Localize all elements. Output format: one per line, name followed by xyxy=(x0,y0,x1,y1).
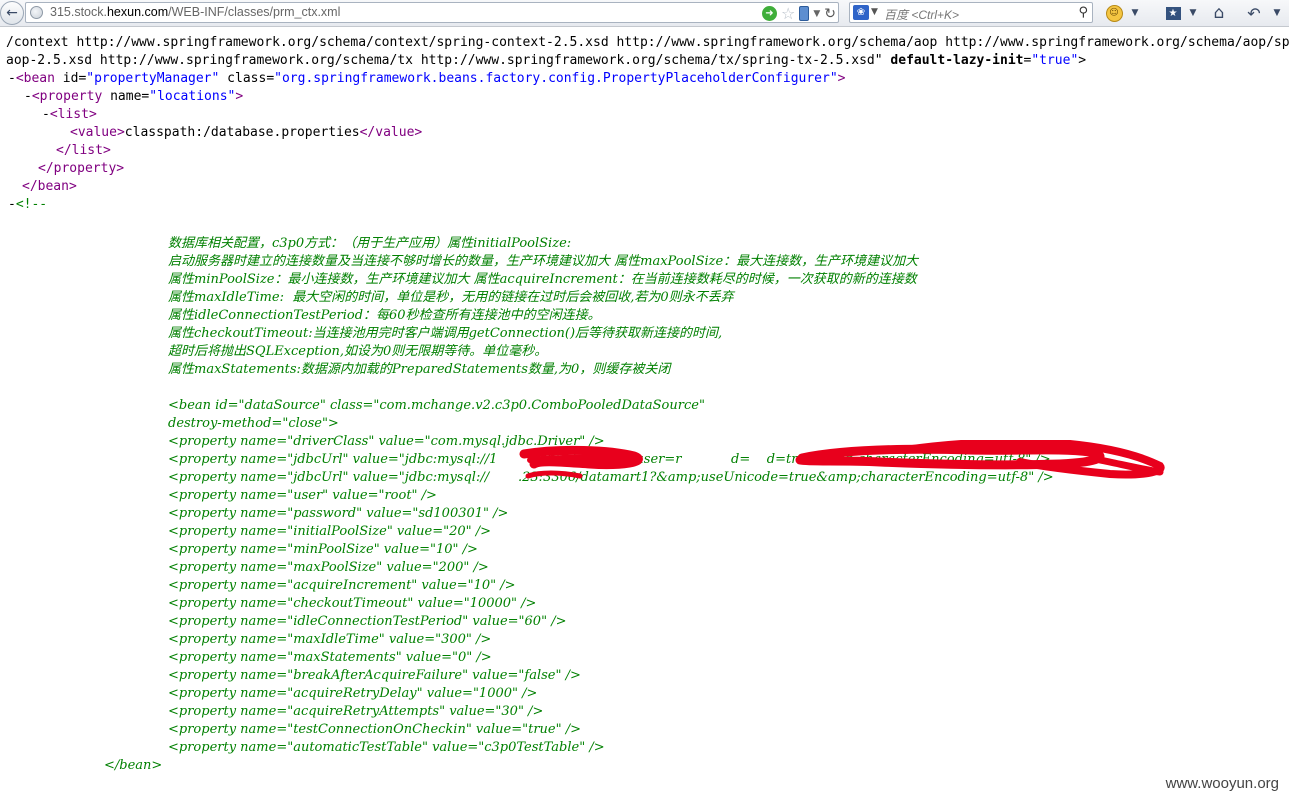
xml-property-close: </property> xyxy=(38,161,125,176)
back-button[interactable]: ← xyxy=(0,1,24,25)
browser-toolbar: ← 315.stock.hexun.com/WEB-INF/classes/pr… xyxy=(0,0,1289,27)
undo-arrow-icon: ↶ xyxy=(1247,3,1261,23)
comment-code-line: <property name="initialPoolSize" value="… xyxy=(168,524,492,539)
globe-icon xyxy=(30,6,43,19)
comment-bean-close: </bean> xyxy=(104,758,163,773)
comment-code-line: <bean id="dataSource" class="com.mchange… xyxy=(168,398,705,413)
search-box[interactable]: ❀ ▼ 百度 <Ctrl+K> ⚲ xyxy=(849,2,1093,23)
baidu-paw-icon[interactable]: ❀ xyxy=(853,5,869,20)
address-bar[interactable]: 315.stock.hexun.com/WEB-INF/classes/prm_… xyxy=(25,2,839,23)
bookmarks-button[interactable]: ★ xyxy=(1162,3,1184,23)
comment-code-line: <property name="maxPoolSize" value="200"… xyxy=(168,560,489,575)
comment-line: 超时后将抛出SQLException,如设为0则无限期等待。单位毫秒。 xyxy=(168,344,548,359)
comment-code-line: <property name="maxIdleTime" value="300"… xyxy=(168,632,492,647)
xml-header-line-2: aop-2.5.xsd http://www.springframework.o… xyxy=(6,53,1087,68)
search-icon[interactable]: ⚲ xyxy=(1078,5,1088,20)
comment-line: 启动服务器时建立的连接数量及当连接不够时增长的数量，生产环境建议加大 属性max… xyxy=(168,254,919,269)
reload-icon[interactable]: ↻ xyxy=(824,6,836,22)
addon-smiley-button[interactable]: ☺ xyxy=(1103,3,1125,23)
comment-line: 属性maxStatements:数据源内加载的PreparedStatement… xyxy=(168,362,671,377)
back-arrow-icon: ← xyxy=(6,5,18,21)
xml-list-close: </list> xyxy=(56,143,111,158)
xml-header-line-1: /context http://www.springframework.org/… xyxy=(6,35,1289,50)
url-text: 315.stock.hexun.com/WEB-INF/classes/prm_… xyxy=(50,5,341,19)
comment-code-line: <property name="password" value="sd10030… xyxy=(168,506,509,521)
comment-code-line: <property name="acquireRetryDelay" value… xyxy=(168,686,538,701)
comment-code-line: <property name="automaticTestTable" valu… xyxy=(168,740,605,755)
xml-bean-close: </bean> xyxy=(22,179,77,194)
comment-line: 属性idleConnectionTestPeriod：每60秒检查所有连接池中的… xyxy=(168,308,601,323)
bookmark-star-icon[interactable]: ☆ xyxy=(781,4,795,23)
addon-dropdown-icon[interactable]: ▼ xyxy=(1124,3,1146,23)
mobile-phone-icon[interactable] xyxy=(799,6,810,21)
comment-code-line: <property name="user" value="root" /> xyxy=(168,488,437,503)
xml-comment-open: -<!-- xyxy=(8,197,48,212)
undo-dropdown-icon[interactable]: ▼ xyxy=(1266,3,1288,23)
redaction-scribble xyxy=(519,440,1165,479)
collapse-toggle[interactable]: - xyxy=(42,107,50,122)
collapse-toggle[interactable]: - xyxy=(8,197,16,212)
comment-line: 数据库相关配置，c3p0方式：（用于生产应用）属性initialPoolSize… xyxy=(168,236,572,251)
bookmarks-icon: ★ xyxy=(1165,6,1181,20)
chevron-down-icon[interactable]: ▼ xyxy=(813,9,820,19)
search-placeholder: 百度 <Ctrl+K> xyxy=(884,8,960,22)
xml-bean-open: -<bean id="propertyManager" class="org.s… xyxy=(8,71,846,86)
xml-property-open: -<property name="locations"> xyxy=(24,89,244,104)
collapse-toggle[interactable]: - xyxy=(8,71,16,86)
xml-list-open: -<list> xyxy=(42,107,97,122)
comment-code-line: <property name="minPoolSize" value="10" … xyxy=(168,542,478,557)
comment-line: 属性maxIdleTime: 最大空闲的时间，单位是秒，无用的链接在过时后会被回… xyxy=(168,290,734,305)
comment-line: 属性checkoutTimeout:当连接池用完时客户端调用getConnect… xyxy=(168,326,723,341)
home-button[interactable]: ⌂ xyxy=(1208,3,1230,23)
comment-code-line: <property name="idleConnectionTestPeriod… xyxy=(168,614,567,629)
xml-value-element: <value>classpath:/database.properties</v… xyxy=(70,125,423,140)
bookmarks-dropdown-icon[interactable]: ▼ xyxy=(1182,3,1204,23)
search-engine-dropdown-icon[interactable]: ▼ xyxy=(871,7,878,17)
comment-code-line: <property name="maxStatements" value="0"… xyxy=(168,650,492,665)
home-icon: ⌂ xyxy=(1213,3,1225,23)
collapse-toggle[interactable]: - xyxy=(24,89,32,104)
comment-line: 属性minPoolSize：最小连接数，生产环境建议加大 属性acquireIn… xyxy=(168,272,917,287)
go-arrow-icon[interactable]: ➜ xyxy=(762,6,777,21)
xml-tree-view: /context http://www.springframework.org/… xyxy=(0,30,1289,796)
watermark: www.wooyun.org xyxy=(1165,775,1279,792)
comment-code-line: <property name="checkoutTimeout" value="… xyxy=(168,596,537,611)
comment-code-line: <property name="acquireRetryAttempts" va… xyxy=(168,704,544,719)
smiley-icon: ☺ xyxy=(1105,4,1123,22)
comment-code-line: destroy-method="close"> xyxy=(168,416,339,431)
comment-code-line: <property name="breakAfterAcquireFailure… xyxy=(168,668,581,683)
comment-code-line: <property name="testConnectionOnCheckin"… xyxy=(168,722,582,737)
undo-button[interactable]: ↶ xyxy=(1243,3,1265,23)
comment-code-line: <property name="acquireIncrement" value=… xyxy=(168,578,516,593)
